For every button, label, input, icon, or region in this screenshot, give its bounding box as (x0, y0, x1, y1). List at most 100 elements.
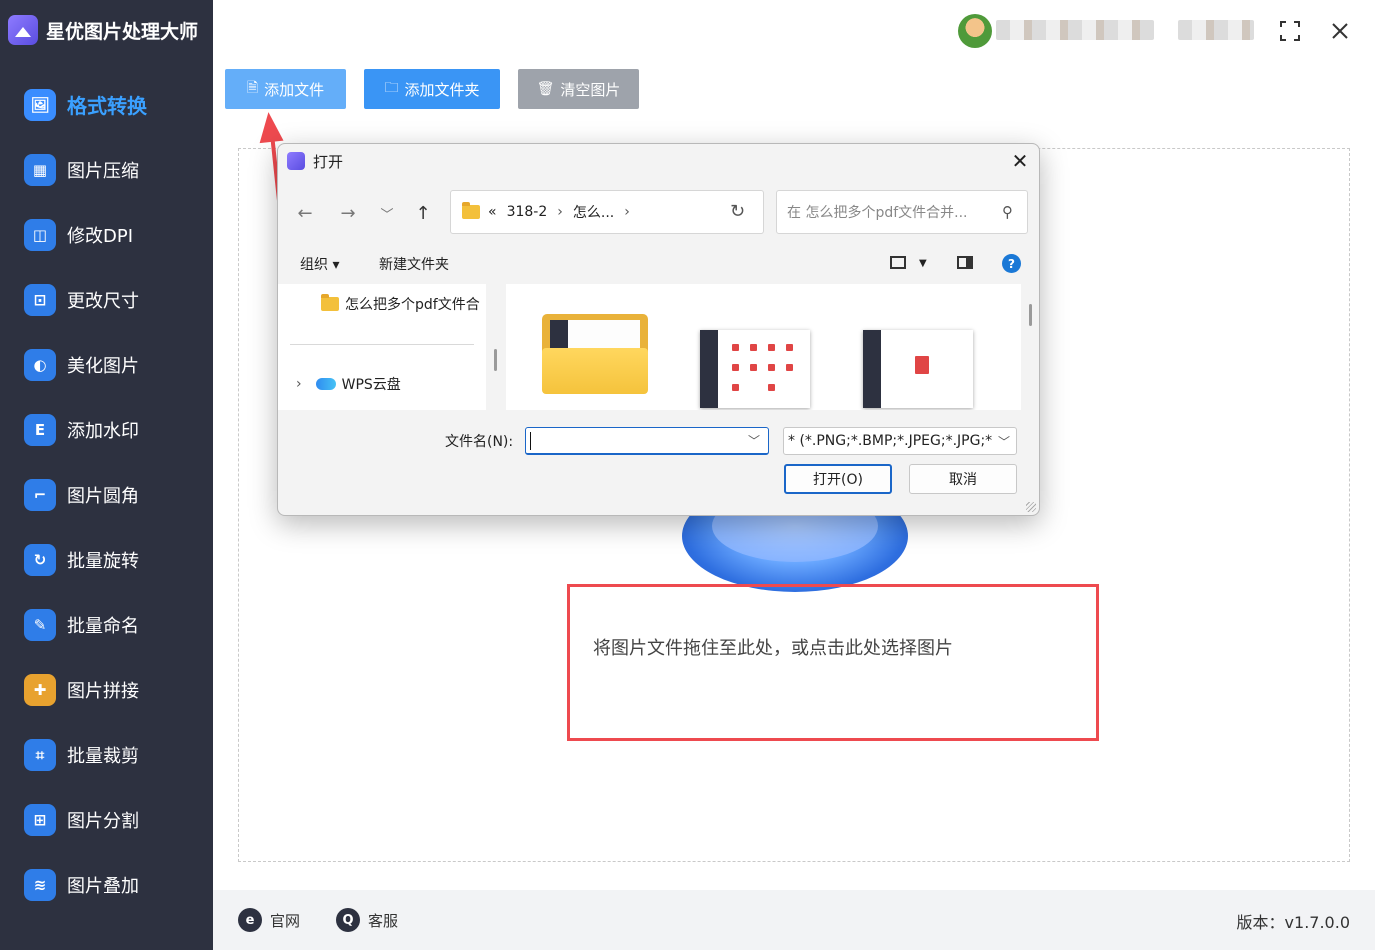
thumb-sidebar (863, 330, 881, 408)
sidebar-item-label: 图片压缩 (67, 160, 139, 182)
version-label: 版本：v1.7.0.0 (1236, 913, 1350, 932)
split-icon: ⊞ (24, 803, 56, 836)
sidebar-item-10[interactable]: ✚ 图片拼接 (0, 657, 213, 722)
open-button[interactable]: 打开(O) (784, 464, 892, 494)
tree-item-wps-cloud[interactable]: › WPS云盘 (296, 374, 401, 394)
sidebar-item-11[interactable]: ⌗ 批量裁剪 (0, 722, 213, 787)
view-options-dropdown[interactable]: ▼ (919, 258, 927, 269)
sidebar-item-5[interactable]: ◐ 美化图片 (0, 332, 213, 397)
sidebar-item-label: 添加水印 (67, 420, 139, 442)
layers-icon: ≋ (24, 868, 56, 901)
sidebar-item-label: 图片拼接 (67, 680, 139, 702)
trash-icon: 🗑 (536, 81, 555, 97)
recent-locations-button[interactable]: ﹀ (374, 201, 400, 225)
up-button[interactable]: ↑ (410, 201, 436, 225)
watermark-icon: E (24, 413, 56, 446)
add-folder-button[interactable]: 🗀 添加文件夹 (364, 69, 500, 109)
dpi-icon: ◫ (24, 218, 56, 251)
organize-menu[interactable]: 组织 ▾ (300, 254, 339, 274)
website-link[interactable]: e 官网 (238, 908, 300, 932)
dialog-close-button[interactable]: ✕ (1007, 148, 1033, 174)
puzzle-icon: ✚ (24, 673, 56, 706)
image-compress-icon: ▦ (24, 153, 56, 186)
view-mode-icon[interactable] (890, 256, 906, 269)
address-bar[interactable]: « 318-2 › 怎么... › ﹀ (450, 190, 875, 234)
thumb-pdf-icon (915, 356, 929, 374)
sidebar-item-13[interactable]: ≋ 图片叠加 (0, 852, 213, 917)
thumb-dot (786, 344, 793, 351)
image-thumbnail-2[interactable] (863, 330, 973, 408)
filename-input[interactable]: ﹀ (525, 427, 769, 455)
fullscreen-icon (1280, 21, 1300, 41)
clear-images-button[interactable]: 🗑 清空图片 (518, 69, 639, 109)
thumb-dot (732, 364, 739, 371)
text-caret (530, 432, 531, 450)
add-file-button[interactable]: 🗎 添加文件 (225, 69, 346, 109)
sidebar-item-8[interactable]: ↻ 批量旋转 (0, 527, 213, 592)
search-input[interactable]: 在 怎么把多个pdf文件合并... ⚲ (776, 190, 1028, 234)
preview-pane-icon[interactable] (957, 256, 973, 269)
fullscreen-button[interactable] (1275, 16, 1305, 46)
sidebar-item-12[interactable]: ⊞ 图片分割 (0, 787, 213, 852)
refresh-icon: ↻ (730, 201, 746, 222)
image-thumbnail-1[interactable] (700, 330, 810, 408)
breadcrumb-separator[interactable]: › (624, 204, 630, 220)
clear-images-label: 清空图片 (560, 80, 621, 99)
back-button[interactable]: ← (292, 201, 318, 225)
blurred-user-info (1178, 20, 1254, 40)
rounded-corner-icon: ⌐ (24, 478, 56, 511)
thumb-dot (768, 384, 775, 391)
breadcrumb-separator[interactable]: › (557, 204, 563, 220)
file-icon: 🗎 (246, 80, 259, 96)
sidebar: 星优图片处理大师 🖼 格式转换 ▦ 图片压缩 ◫ 修改DPI ⊡ 更改尺寸 ◐ 美化图片 E 添加水印… (0, 0, 213, 950)
sidebar-item-3[interactable]: ◫ 修改DPI (0, 202, 213, 267)
sidebar-item-2[interactable]: ▦ 图片压缩 (0, 137, 213, 202)
rotate-icon: ↻ (24, 543, 56, 576)
tree-item-current-folder[interactable]: 怎么把多个pdf文件合 (321, 294, 480, 314)
sidebar-item-1[interactable]: 🖼 格式转换 (0, 72, 213, 137)
drop-zone-text[interactable]: 将图片文件拖住至此处，或点击此处选择图片 (593, 634, 953, 660)
new-folder-button[interactable]: 新建文件夹 (379, 254, 449, 274)
close-button[interactable] (1325, 16, 1355, 46)
sidebar-item-4[interactable]: ⊡ 更改尺寸 (0, 267, 213, 332)
cloud-icon (315, 378, 336, 390)
file-list-scrollbar[interactable] (1029, 304, 1032, 326)
navigation-pane: 怎么把多个pdf文件合 › WPS云盘 (278, 284, 486, 410)
sidebar-item-label: 图片分割 (67, 810, 139, 832)
close-icon (1332, 23, 1348, 39)
breadcrumb-current[interactable]: 怎么... (573, 202, 614, 222)
sidebar-item-label: 更改尺寸 (67, 290, 139, 312)
chevron-down-icon[interactable]: ﹀ (748, 432, 760, 449)
chevron-down-icon: ﹀ (997, 435, 1010, 449)
chevron-right-icon: › (296, 376, 302, 392)
app-title: 星优图片处理大师 (46, 20, 199, 43)
forward-button[interactable]: → (335, 201, 361, 225)
filetype-select[interactable]: * (*.PNG;*.BMP;*.JPEG;*.JPG;* ﹀ (783, 427, 1017, 455)
tree-divider (290, 344, 474, 345)
support-link[interactable]: Q 客服 (336, 908, 398, 932)
chevron-down-icon: ﹀ (380, 207, 394, 223)
sidebar-item-label: 图片叠加 (67, 875, 139, 897)
beautify-icon: ◐ (24, 348, 56, 381)
sidebar-item-7[interactable]: ⌐ 图片圆角 (0, 462, 213, 527)
chat-icon: Q (336, 908, 360, 932)
sidebar-item-6[interactable]: E 添加水印 (0, 397, 213, 462)
resize-icon: ⊡ (24, 283, 56, 316)
folder-thumbnail[interactable] (542, 314, 648, 394)
dialog-title: 打开 (313, 153, 344, 171)
user-avatar[interactable] (958, 14, 992, 48)
help-icon[interactable]: ? (1002, 254, 1021, 273)
filetype-value: * (*.PNG;*.BMP;*.JPEG;*.JPG;* (788, 433, 993, 449)
tree-scrollbar[interactable] (494, 349, 497, 371)
cancel-button[interactable]: 取消 (909, 464, 1017, 494)
folder-icon (462, 202, 480, 219)
arrow-right-icon: → (340, 202, 356, 224)
breadcrumb-318-2[interactable]: 318-2 (507, 204, 548, 220)
file-list (506, 284, 1021, 410)
refresh-button[interactable]: ↻ (730, 201, 745, 222)
search-placeholder: 在 怎么把多个pdf文件合并... (787, 205, 968, 221)
sidebar-item-9[interactable]: ✎ 批量命名 (0, 592, 213, 657)
resize-grip[interactable] (1026, 502, 1036, 512)
website-label: 官网 (270, 911, 301, 930)
breadcrumb-overflow[interactable]: « (488, 204, 497, 220)
